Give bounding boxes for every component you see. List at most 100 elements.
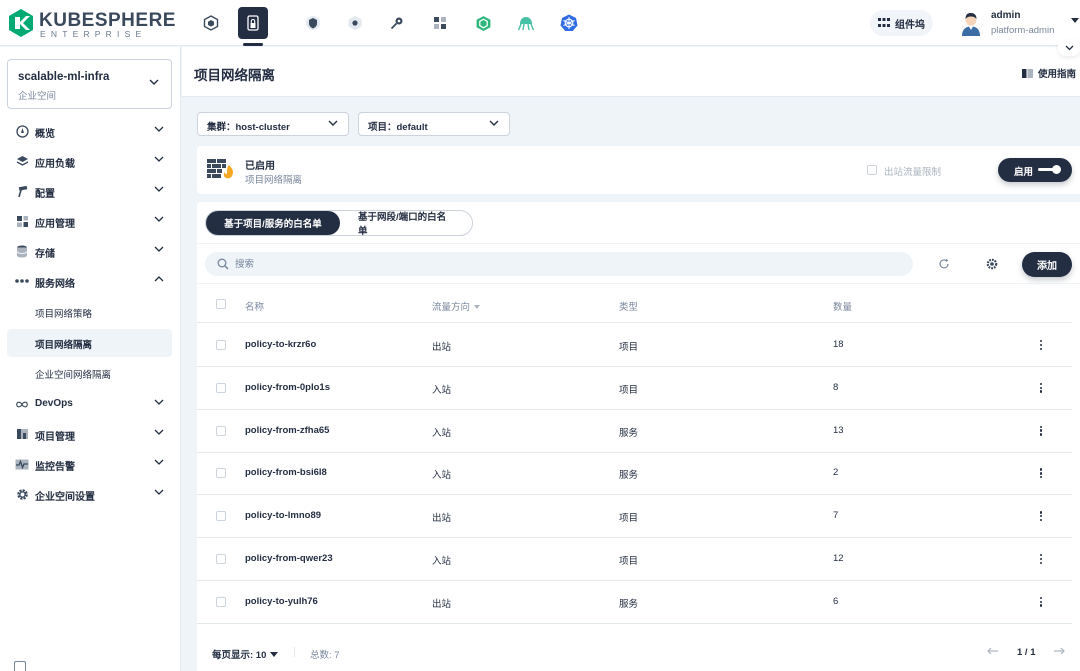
project-select-value: 项目：default xyxy=(368,122,428,133)
row-checkbox[interactable] xyxy=(216,382,226,393)
isolation-toggle[interactable]: 启用 xyxy=(998,158,1072,182)
column-header-type: 类型 xyxy=(619,302,639,313)
settings-icon[interactable] xyxy=(986,258,998,270)
select-all-checkbox[interactable] xyxy=(216,299,226,309)
row-checkbox[interactable] xyxy=(216,511,226,522)
cluster-select[interactable]: 集群：host-cluster xyxy=(197,112,349,136)
more-actions-icon[interactable] xyxy=(1037,380,1045,396)
sidebar-item-workloads[interactable]: 应用负载 xyxy=(7,147,172,175)
sidebar-item-workspace-settings[interactable]: 企业空间设置 xyxy=(7,480,172,508)
sidebar-item-overview[interactable]: 概览 xyxy=(7,117,172,145)
sidebar-subitem-project-network-policy[interactable]: 项目网络策略 xyxy=(7,298,172,326)
more-actions-icon[interactable] xyxy=(1037,594,1045,610)
sidebar-item-storage[interactable]: 存储 xyxy=(7,237,172,265)
sidebar-subitem-label: 项目网络隔离 xyxy=(35,340,93,351)
policy-name[interactable]: policy-from-qwer23 xyxy=(245,553,333,564)
guide-link[interactable]: 使用指南 xyxy=(1021,66,1076,80)
policy-name[interactable]: policy-from-bsi6l8 xyxy=(245,467,327,478)
more-actions-icon[interactable] xyxy=(1037,423,1045,439)
search-icon xyxy=(217,258,229,270)
row-checkbox[interactable] xyxy=(216,468,226,479)
sort-caret-icon xyxy=(474,305,481,310)
hexagon-icon[interactable] xyxy=(340,7,370,39)
add-button[interactable]: 添加 xyxy=(1022,252,1072,277)
sidebar-subitem-project-network-isolation[interactable]: 项目网络隔离 xyxy=(7,329,172,357)
chevron-down-icon xyxy=(1065,45,1073,51)
more-actions-icon[interactable] xyxy=(1037,551,1045,567)
table-row[interactable]: policy-from-zfha65 入站 服务 13 xyxy=(197,410,1072,453)
apps-icon[interactable] xyxy=(425,7,455,39)
policy-type: 项目 xyxy=(619,342,639,353)
caret-down-icon xyxy=(270,651,279,657)
kubernetes-icon[interactable] xyxy=(554,7,584,39)
rule-count: 7 xyxy=(833,510,839,522)
sidebar-collapse-icon[interactable] xyxy=(14,661,26,671)
sidebar-item-monitoring[interactable]: 监控告警 xyxy=(7,450,172,478)
status-subtitle: 项目网络隔离 xyxy=(245,175,303,186)
shield-icon[interactable] xyxy=(298,7,328,39)
policy-name[interactable]: policy-from-zfha65 xyxy=(245,425,329,436)
box-icon[interactable] xyxy=(468,7,498,39)
table-row[interactable]: policy-from-0plo1s 入站 项目 8 xyxy=(197,367,1072,410)
table-row[interactable]: policy-from-qwer23 入站 项目 12 xyxy=(197,538,1072,581)
row-checkbox[interactable] xyxy=(216,425,226,436)
more-actions-icon[interactable] xyxy=(1037,465,1045,481)
chevron-down-icon xyxy=(154,216,164,222)
cube-icon[interactable] xyxy=(196,7,226,39)
policy-name[interactable]: policy-to-krzr6o xyxy=(245,339,316,350)
chevron-down-icon xyxy=(154,399,164,405)
page-title: 项目网络隔离 xyxy=(194,68,275,83)
toolbox-label: 组件坞 xyxy=(895,19,925,31)
more-actions-icon[interactable] xyxy=(1037,508,1045,524)
sidebar-item-app-management[interactable]: 应用管理 xyxy=(7,207,172,235)
table-row[interactable]: policy-to-yulh76 出站 服务 6 xyxy=(197,581,1072,624)
tab-cidr-port-whitelist[interactable]: 基于网段/端口的白名单 xyxy=(340,211,472,237)
row-checkbox[interactable] xyxy=(216,340,226,350)
toolbox-button[interactable]: 组件坞 xyxy=(870,10,933,36)
table-row[interactable]: policy-from-bsi6l8 入站 服务 2 xyxy=(197,452,1072,496)
kubesphere-logo[interactable]: KUBESPHERE ENTERPRISE xyxy=(9,9,175,39)
traffic-direction: 出站 xyxy=(432,598,452,610)
prev-page-button[interactable] xyxy=(987,646,999,658)
sidebar-item-label: 项目管理 xyxy=(35,432,75,443)
next-page-button[interactable] xyxy=(1053,646,1065,658)
policy-name[interactable]: policy-from-0plo1s xyxy=(245,382,330,393)
key-icon[interactable] xyxy=(382,7,412,39)
row-checkbox[interactable] xyxy=(216,596,226,607)
page-size-select[interactable]: 每页显示: 10 xyxy=(212,647,279,661)
policy-type: 服务 xyxy=(619,470,639,482)
sidebar-item-devops[interactable]: DevOps xyxy=(7,390,172,418)
table-row[interactable]: policy-to-krzr6o 出站 项目 18 xyxy=(197,324,1072,367)
grid-icon xyxy=(878,18,890,27)
column-header-name[interactable]: 名称 xyxy=(245,299,264,313)
collapse-header-button[interactable] xyxy=(1058,40,1080,56)
status-title: 已启用 xyxy=(245,161,275,172)
search-box[interactable] xyxy=(205,252,913,276)
sidebar-item-config[interactable]: 配置 xyxy=(7,177,172,205)
infinity-icon xyxy=(15,397,29,411)
avatar xyxy=(958,10,984,36)
column-header-direction[interactable]: 流量方向 xyxy=(432,299,481,313)
lock-icon[interactable] xyxy=(238,7,268,46)
sidebar-item-project-management[interactable]: 项目管理 xyxy=(7,420,172,448)
layers-icon xyxy=(15,154,29,168)
project-select[interactable]: 项目：default xyxy=(358,112,510,136)
refresh-icon[interactable] xyxy=(938,258,950,270)
traffic-direction: 出站 xyxy=(432,513,452,525)
policy-name[interactable]: policy-to-lmno89 xyxy=(245,510,321,521)
tab-project-service-whitelist[interactable]: 基于项目/服务的白名单 xyxy=(206,211,340,235)
workspace-selector[interactable]: scalable-ml-infra 企业空间 xyxy=(7,59,172,109)
user-menu[interactable]: admin platform-admin xyxy=(958,8,1079,38)
table-row[interactable]: policy-to-lmno89 出站 项目 7 xyxy=(197,495,1072,539)
row-checkbox[interactable] xyxy=(216,554,226,564)
sidebar-item-network[interactable]: 服务网络 xyxy=(7,267,172,295)
egress-limit-checkbox[interactable] xyxy=(867,165,877,175)
more-actions-icon[interactable] xyxy=(1037,337,1045,353)
octopus-icon[interactable] xyxy=(511,7,541,39)
sidebar-subitem-label: 项目网络策略 xyxy=(35,309,93,320)
search-input[interactable] xyxy=(235,256,885,272)
sidebar-item-label: 存储 xyxy=(35,249,55,260)
sidebar-subitem-workspace-network-isolation[interactable]: 企业空间网络隔离 xyxy=(7,359,172,387)
policy-name[interactable]: policy-to-yulh76 xyxy=(245,596,318,607)
workspace-name: scalable-ml-infra xyxy=(18,71,110,83)
